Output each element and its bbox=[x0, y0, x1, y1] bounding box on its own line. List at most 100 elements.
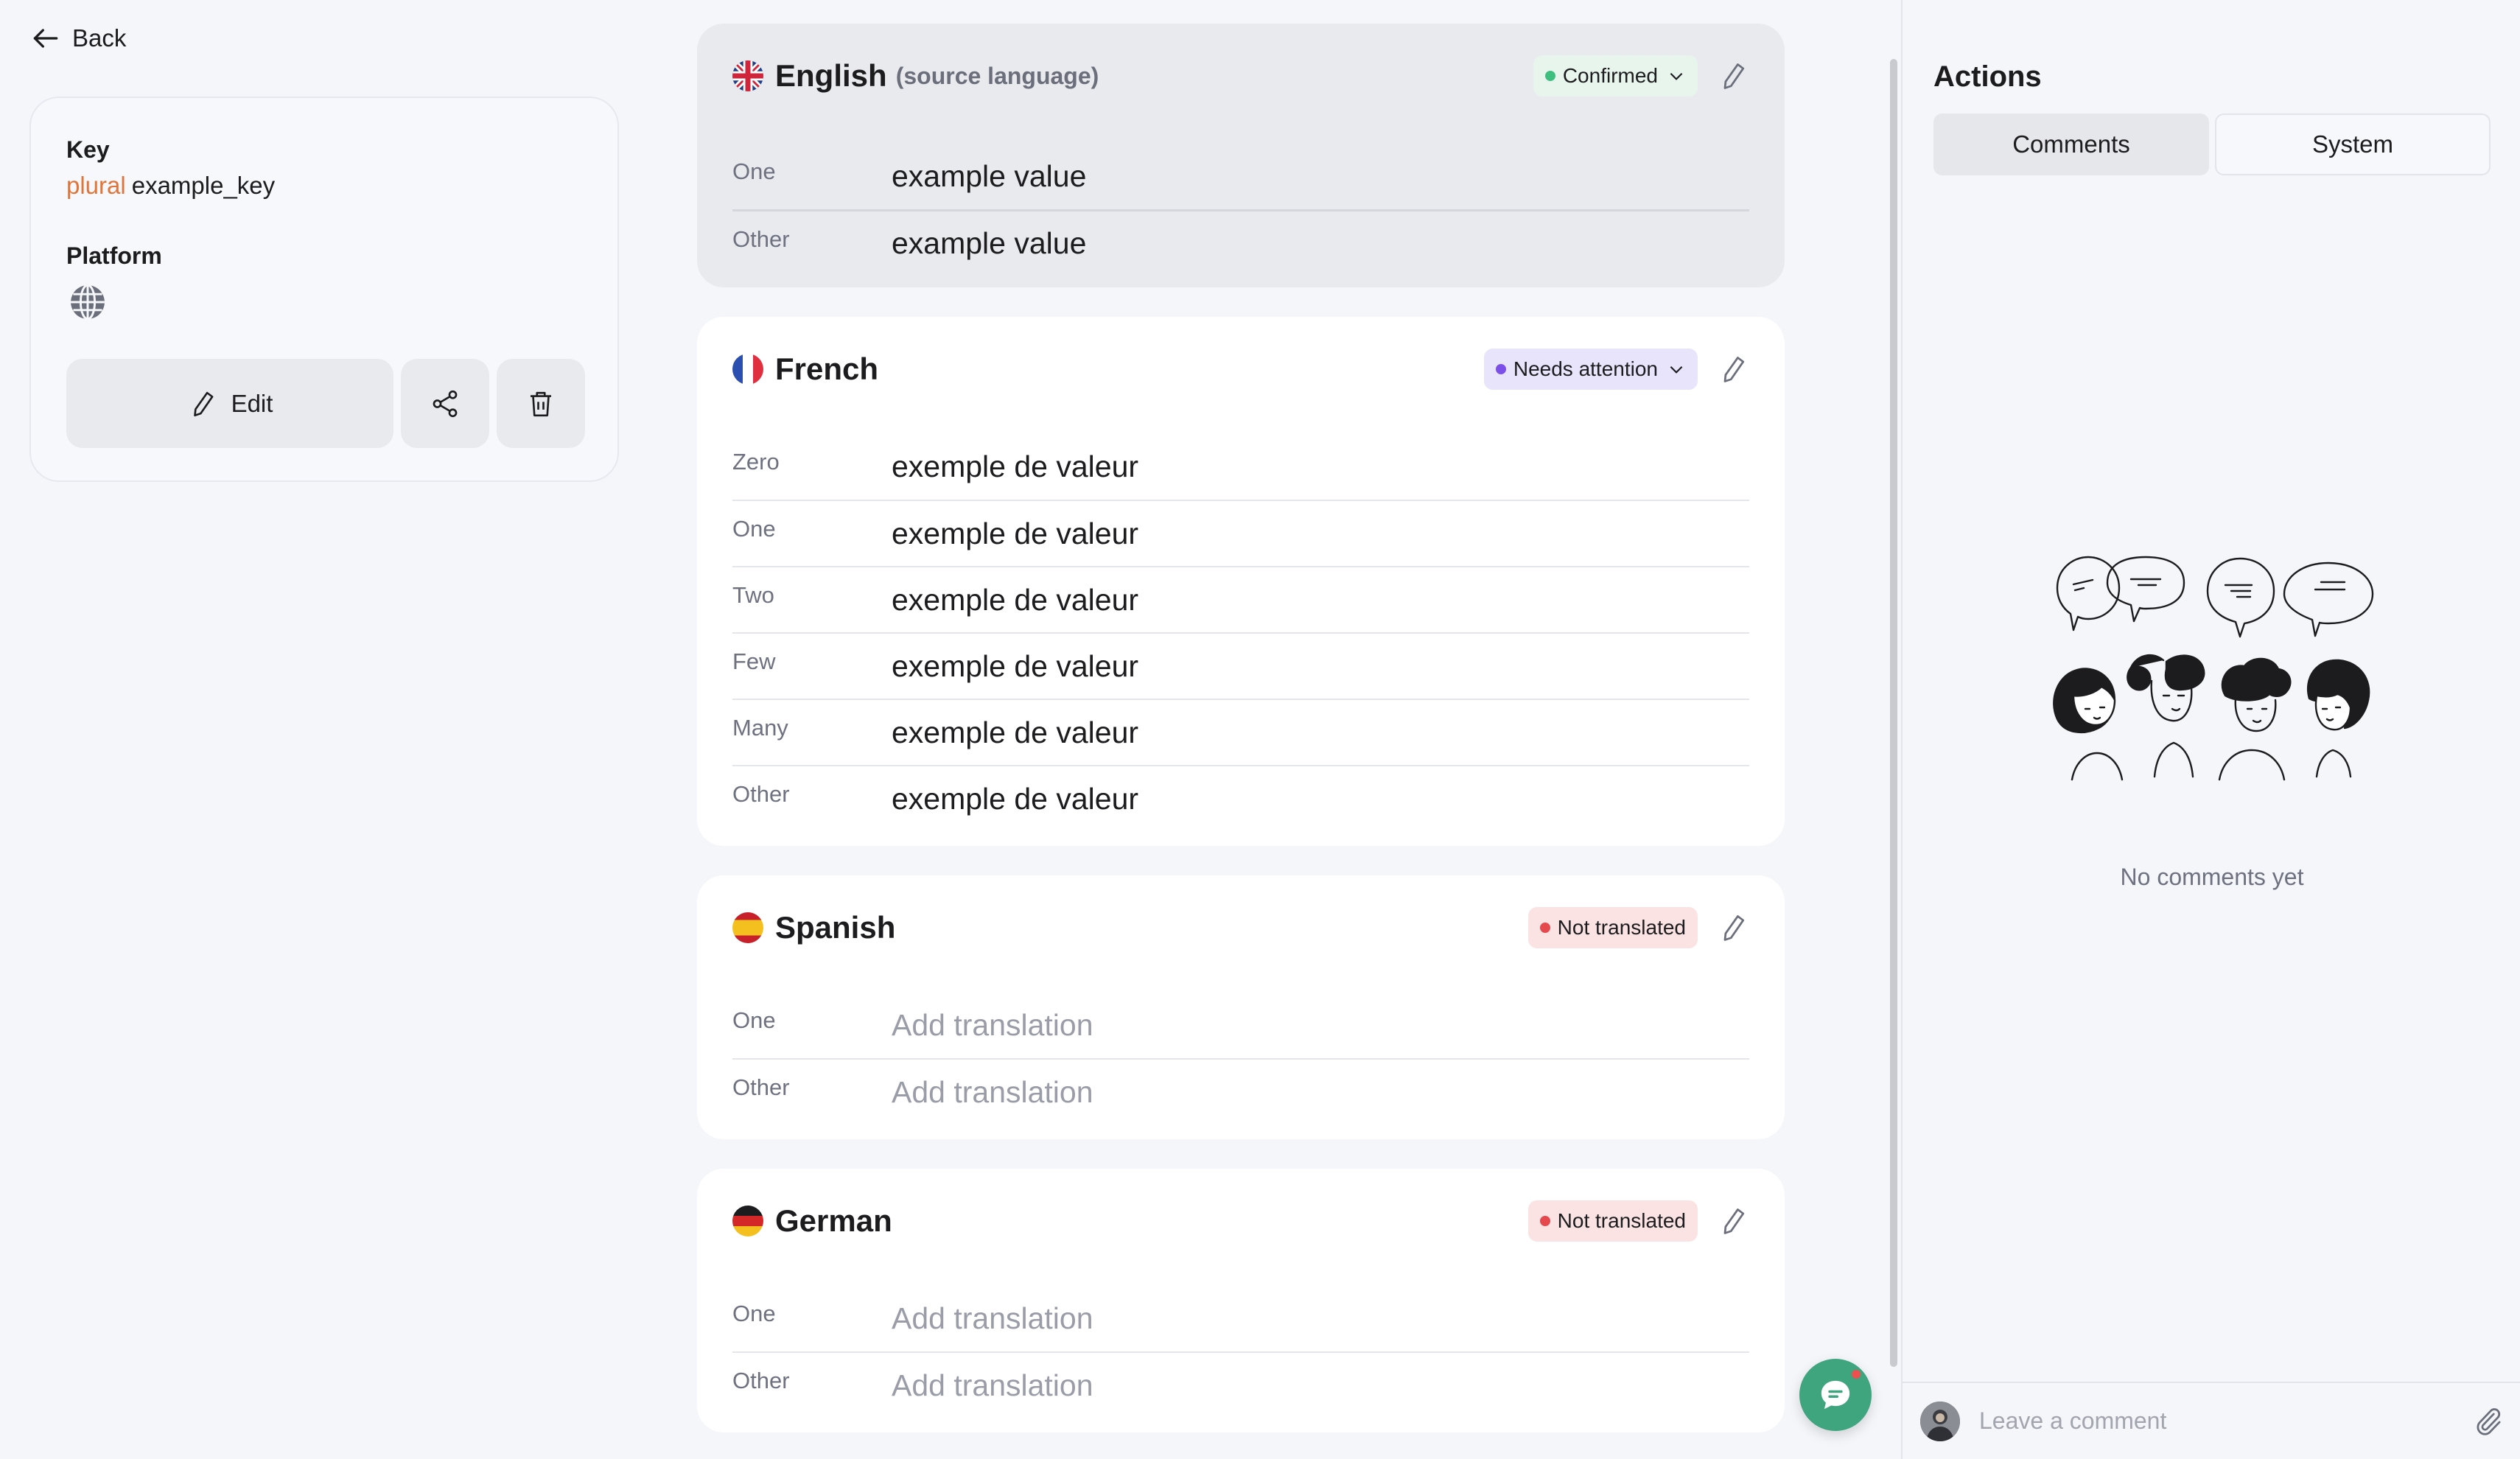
france-flag-icon bbox=[732, 354, 763, 385]
actions-title: Actions bbox=[1933, 60, 2042, 93]
language-name: English bbox=[775, 58, 887, 93]
empty-comments-text: No comments yet bbox=[2120, 864, 2304, 890]
plural-form-label: One bbox=[732, 1007, 776, 1033]
notification-dot bbox=[1849, 1368, 1863, 1381]
translation-value: example value bbox=[892, 158, 1087, 193]
language-name: German bbox=[775, 1203, 892, 1238]
plural-row[interactable]: Other exemple de valeur bbox=[732, 765, 1749, 831]
language-header: French Needs attention bbox=[732, 317, 1749, 421]
status-dot bbox=[1539, 923, 1550, 933]
arrow-left-icon bbox=[33, 29, 58, 48]
scrollbar[interactable] bbox=[1890, 59, 1897, 1367]
plural-form-label: Many bbox=[732, 715, 788, 741]
translation-value: exemple de valeur bbox=[892, 449, 1139, 483]
plural-row[interactable]: Few exemple de valeur bbox=[732, 632, 1749, 699]
chevron-down-icon bbox=[1670, 365, 1683, 374]
back-label: Back bbox=[72, 24, 127, 52]
delete-button[interactable] bbox=[497, 359, 585, 448]
status-label: Not translated bbox=[1557, 1209, 1686, 1232]
share-button[interactable] bbox=[401, 359, 489, 448]
plural-row[interactable]: One example value bbox=[732, 143, 1749, 209]
status-dropdown[interactable]: Confirmed bbox=[1533, 55, 1698, 97]
translation-value: exemple de valeur bbox=[892, 648, 1139, 683]
translation-value: exemple de valeur bbox=[892, 781, 1139, 816]
status-dot bbox=[1544, 71, 1555, 81]
plural-row[interactable]: One exemple de valeur bbox=[732, 500, 1749, 566]
status-badge[interactable]: Not translated bbox=[1527, 1200, 1698, 1242]
translation-value: exemple de valeur bbox=[892, 516, 1139, 550]
language-header: German Not translated bbox=[732, 1169, 1749, 1273]
plural-row[interactable]: Other example value bbox=[732, 209, 1749, 276]
language-card-english: English (source language) Confirmed One e… bbox=[697, 24, 1785, 287]
people-chatting-illustration bbox=[2053, 556, 2374, 781]
germany-flag-icon bbox=[732, 1206, 763, 1236]
translation-value: exemple de valeur bbox=[892, 715, 1139, 749]
add-translation-placeholder[interactable]: Add translation bbox=[892, 1301, 1093, 1336]
plural-form-label: Other bbox=[732, 1368, 790, 1393]
plural-row[interactable]: One Add translation bbox=[732, 1285, 1749, 1351]
plural-rows: Zero exemple de valeur One exemple de vale… bbox=[732, 433, 1749, 831]
add-translation-placeholder[interactable]: Add translation bbox=[892, 1008, 1093, 1043]
plural-row[interactable]: Other Add translation bbox=[732, 1058, 1749, 1124]
status-label: Not translated bbox=[1557, 916, 1686, 939]
plural-form-label: One bbox=[732, 516, 776, 542]
key-type-tag: plural bbox=[66, 172, 126, 199]
plural-form-label: Other bbox=[732, 225, 790, 252]
language-header: Spanish Not translated bbox=[732, 875, 1749, 980]
key-heading: Key bbox=[66, 136, 110, 163]
plural-row[interactable]: Many exemple de valeur bbox=[732, 699, 1749, 765]
paperclip-icon[interactable] bbox=[2471, 1405, 2504, 1438]
plural-form-label: Zero bbox=[732, 449, 780, 475]
status-dot bbox=[1539, 1216, 1550, 1226]
add-translation-placeholder[interactable]: Add translation bbox=[892, 1368, 1093, 1403]
tab-comments[interactable]: Comments bbox=[1933, 113, 2209, 175]
key-value: plural example_key bbox=[66, 172, 275, 200]
chat-widget-button[interactable] bbox=[1799, 1359, 1872, 1431]
plural-rows: One Add translation Other Add translation bbox=[732, 1285, 1749, 1418]
key-info-card: Key plural example_key Platform Edit bbox=[29, 97, 619, 482]
status-label: Confirmed bbox=[1562, 64, 1658, 87]
language-card-spanish: Spanish Not translated One Add translatio… bbox=[697, 875, 1785, 1139]
language-card-french: French Needs attention Zero exemple de va… bbox=[697, 317, 1785, 846]
plural-rows: One Add translation Other Add translation bbox=[732, 992, 1749, 1124]
tab-system[interactable]: System bbox=[2215, 113, 2491, 175]
language-card-german: German Not translated One Add translation… bbox=[697, 1169, 1785, 1432]
avatar bbox=[1920, 1401, 1960, 1441]
plural-form-label: Few bbox=[732, 648, 776, 674]
plural-form-label: One bbox=[732, 1301, 776, 1326]
share-icon bbox=[433, 390, 458, 417]
plural-row[interactable]: Zero exemple de valeur bbox=[732, 433, 1749, 500]
pencil-icon[interactable] bbox=[1717, 353, 1749, 385]
add-translation-placeholder[interactable]: Add translation bbox=[892, 1075, 1093, 1110]
plural-form-label: Two bbox=[732, 582, 774, 608]
plural-form-label: Other bbox=[732, 1074, 790, 1100]
actions-panel: Actions Comments System No comments yet … bbox=[1901, 0, 2520, 1459]
edit-key-button[interactable]: Edit bbox=[66, 359, 393, 448]
plural-row[interactable]: Two exemple de valeur bbox=[732, 566, 1749, 632]
edit-label: Edit bbox=[231, 389, 273, 417]
plural-row[interactable]: Other Add translation bbox=[732, 1351, 1749, 1418]
language-header: English (source language) Confirmed bbox=[732, 24, 1749, 128]
status-dropdown[interactable]: Needs attention bbox=[1483, 349, 1698, 390]
translation-value: example value bbox=[892, 226, 1087, 260]
globe-icon bbox=[71, 284, 105, 321]
plural-row[interactable]: One Add translation bbox=[732, 992, 1749, 1058]
pencil-icon[interactable] bbox=[1717, 60, 1749, 92]
plural-form-label: One bbox=[732, 158, 776, 184]
pencil-icon[interactable] bbox=[1717, 912, 1749, 944]
status-label: Needs attention bbox=[1513, 357, 1658, 380]
trash-icon bbox=[531, 391, 551, 416]
pencil-icon bbox=[193, 391, 213, 416]
back-button[interactable]: Back bbox=[29, 22, 126, 55]
pencil-icon[interactable] bbox=[1717, 1205, 1749, 1237]
key-name: example_key bbox=[131, 172, 276, 199]
spain-flag-icon bbox=[732, 912, 763, 943]
status-badge[interactable]: Not translated bbox=[1527, 907, 1698, 948]
plural-rows: One example value Other example value bbox=[732, 143, 1749, 276]
language-name: French bbox=[775, 351, 879, 386]
comment-composer bbox=[1903, 1382, 2520, 1459]
translation-value: exemple de valeur bbox=[892, 582, 1139, 617]
comment-input[interactable] bbox=[1979, 1407, 2471, 1435]
plural-form-label: Other bbox=[732, 781, 790, 807]
chat-bubble-icon bbox=[1821, 1380, 1850, 1410]
